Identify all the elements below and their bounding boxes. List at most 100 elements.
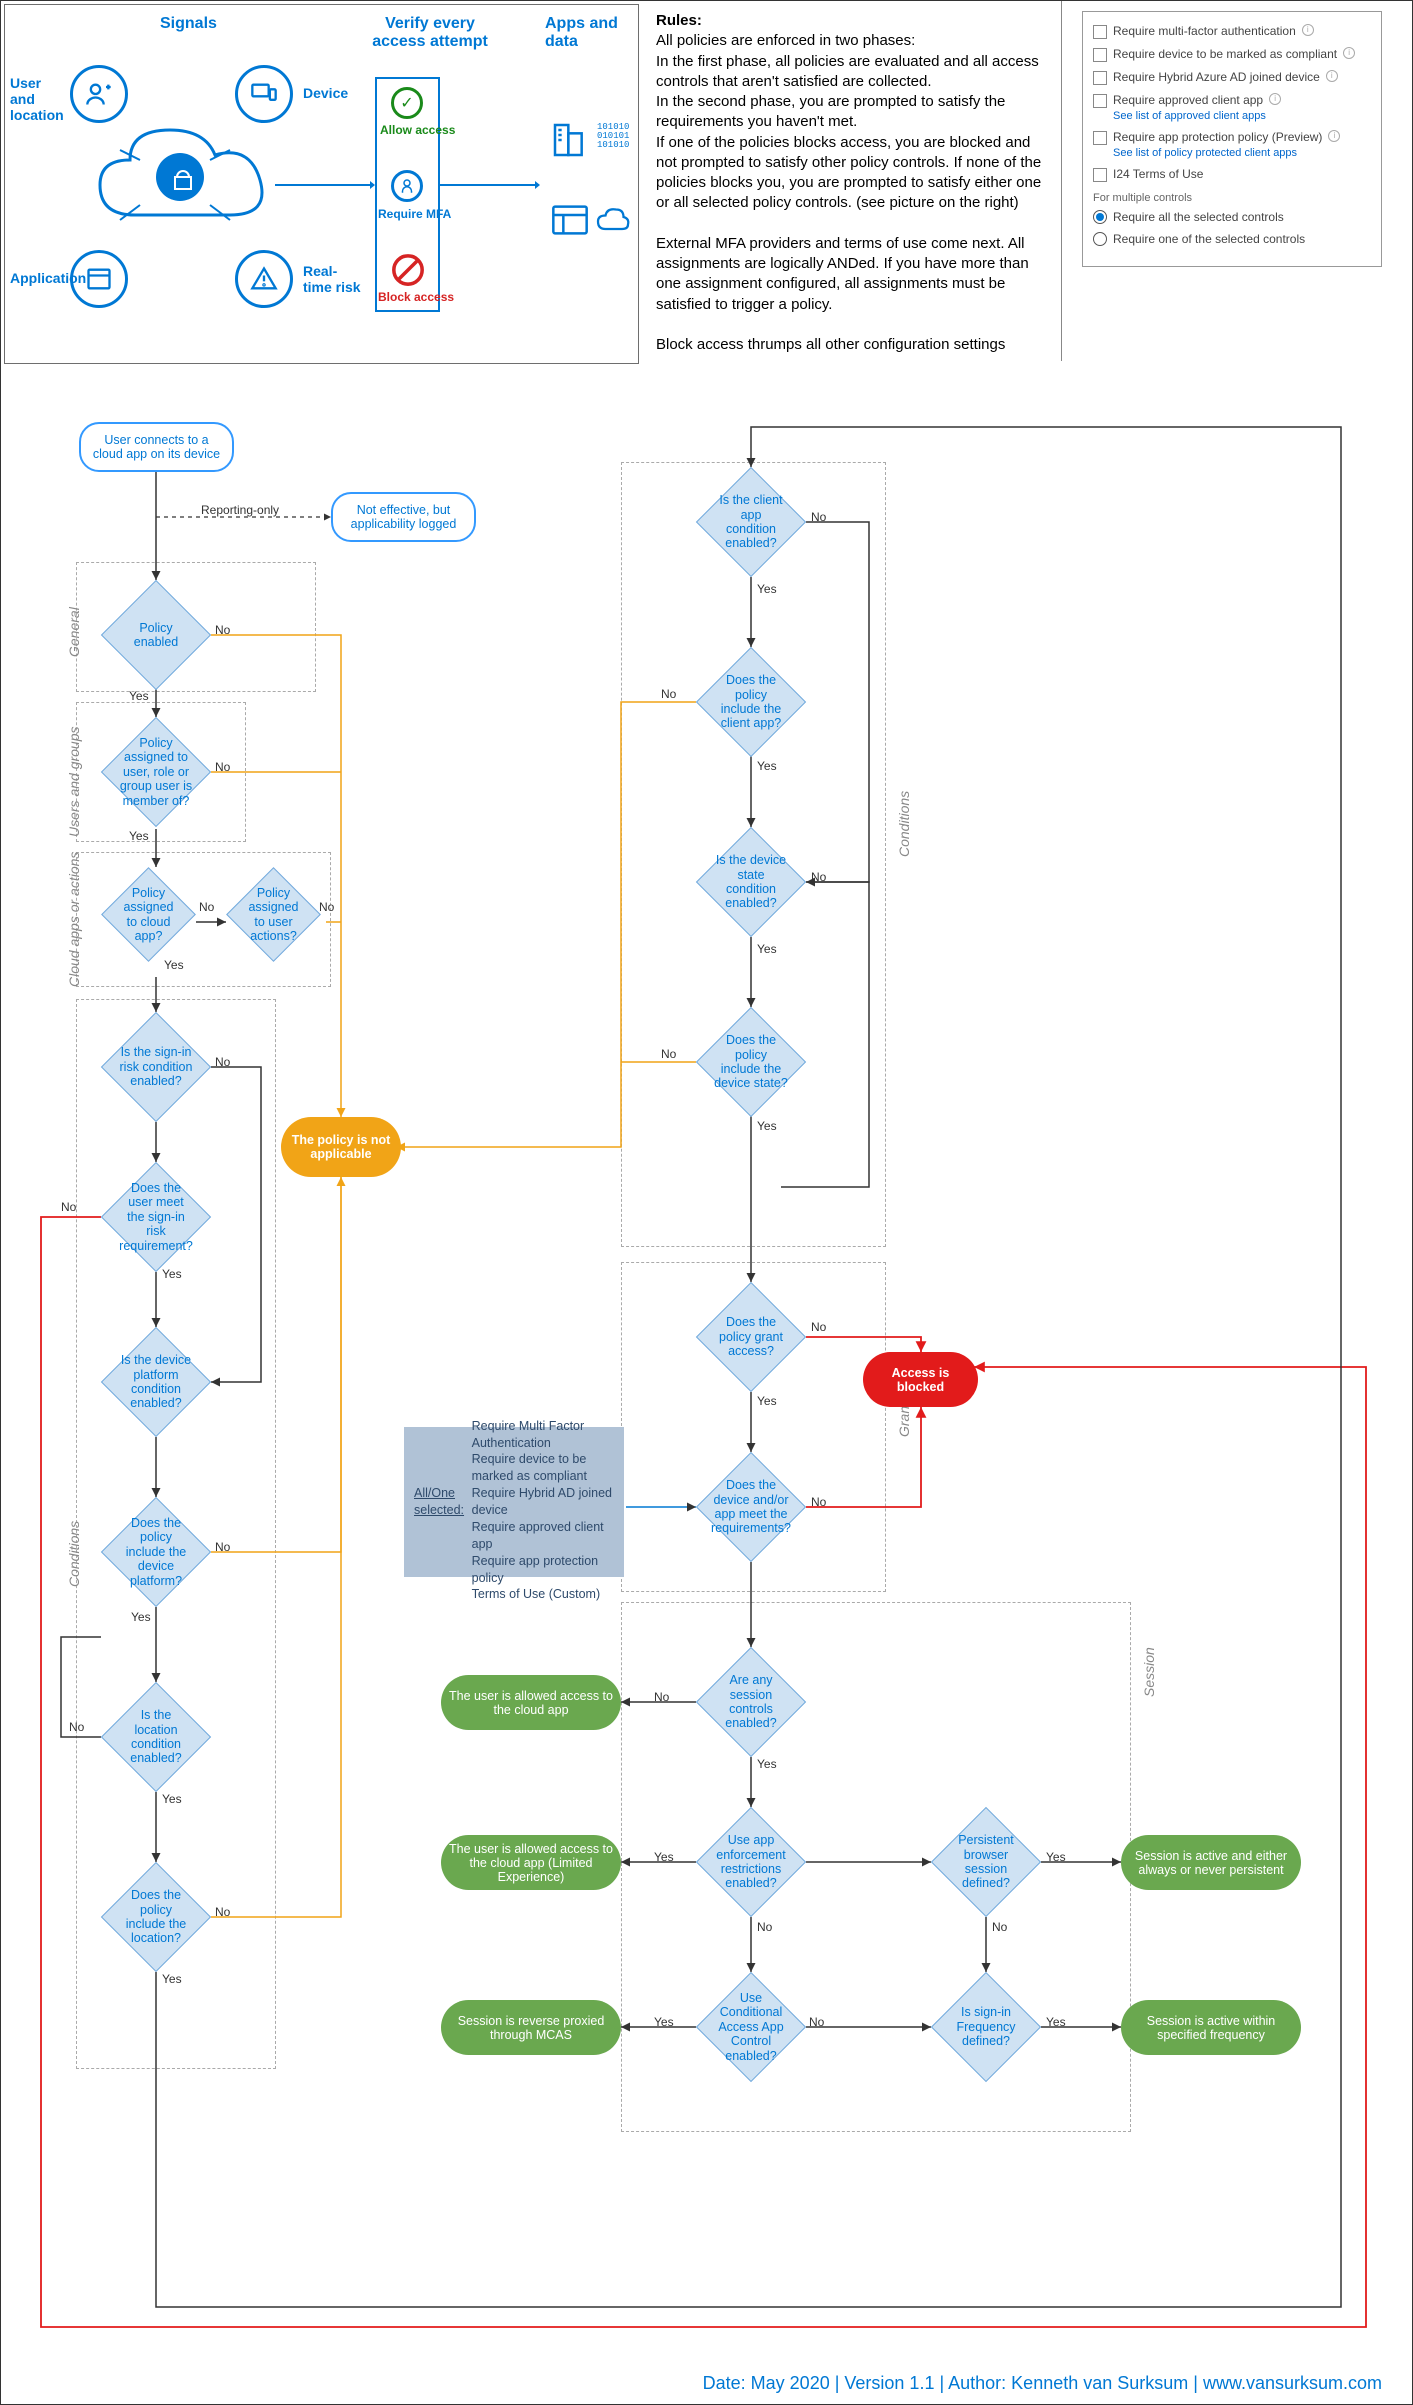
user-label: User and location (10, 75, 65, 123)
info-icon[interactable]: i (1343, 47, 1355, 59)
mfa-label: Require MFA (378, 207, 451, 221)
lbl-all: Require all the selected controls (1113, 210, 1284, 224)
binary-icon: 101010010101101010 (597, 123, 629, 150)
lbl-no: No (661, 1047, 676, 1061)
checkbox-hybrid[interactable] (1093, 71, 1107, 85)
link-protection[interactable]: See list of policy protected client apps (1113, 147, 1371, 159)
lbl-yes: Yes (757, 1757, 777, 1771)
checkbox-terms[interactable] (1093, 168, 1107, 182)
lbl-no: No (215, 1905, 230, 1919)
lbl-yes: Yes (757, 942, 777, 956)
cloud-icon (85, 105, 285, 265)
node-location-enabled: Is the location condition enabled? (101, 1682, 211, 1792)
ca-signals-diagram: Signals Verify every access attempt Apps… (4, 4, 639, 364)
radio-all[interactable] (1093, 210, 1107, 224)
lbl-yes: Yes (757, 582, 777, 596)
node-freq-result: Session is active within specified frequ… (1121, 2000, 1301, 2055)
info-icon[interactable]: i (1326, 70, 1338, 82)
application-label: Application (10, 270, 86, 286)
building-icon (550, 120, 590, 160)
arrow-to-verify (275, 180, 375, 190)
node-mcas: Session is reverse proxied through MCAS (441, 2000, 621, 2055)
checkbox-compliant[interactable] (1093, 48, 1107, 62)
lbl-yes: Yes (654, 1850, 674, 1864)
lbl-yes: Yes (757, 759, 777, 773)
node-meet-req: Does the device and/or app meet the requ… (696, 1452, 806, 1562)
lbl-one: Require one of the selected controls (1113, 232, 1305, 246)
checkbox-approved[interactable] (1093, 94, 1107, 108)
verify-heading: Verify every access attempt (360, 15, 500, 51)
lbl-no: No (654, 1690, 669, 1704)
node-start: User connects to a cloud app on its devi… (79, 422, 234, 472)
checkbox-mfa[interactable] (1093, 25, 1107, 39)
lbl-yes: Yes (1046, 1850, 1066, 1864)
node-location-include: Does the policy include the location? (101, 1862, 211, 1972)
flowchart: General Users and groups Cloud apps or a… (1, 367, 1412, 2367)
rules-p2: In the first phase, all policies are eva… (656, 53, 1039, 90)
node-client-include: Does the policy include the client app? (696, 647, 806, 757)
node-session-enabled: Are any session controls enabled? (696, 1647, 806, 1757)
radio-one[interactable] (1093, 232, 1107, 246)
lbl-yes: Yes (131, 1610, 151, 1624)
node-not-applicable: The policy is not applicable (281, 1117, 401, 1177)
node-not-effective: Not effective, but applicability logged (331, 492, 476, 542)
node-state-include: Does the policy include the device state… (696, 1007, 806, 1117)
lbl-no: No (215, 1540, 230, 1554)
node-policy-enabled: Policy enabled (101, 580, 211, 690)
rules-box: Rules: All policies are enforced in two … (642, 1, 1062, 361)
block-label: Block access (378, 290, 454, 304)
lbl-no: No (811, 510, 826, 524)
lbl-mfa: Require multi-factor authentication (1113, 24, 1296, 38)
node-freq: Is sign-in Frequency defined? (931, 1972, 1041, 2082)
info-icon[interactable]: i (1269, 93, 1281, 105)
lbl-no: No (215, 1055, 230, 1069)
top-row: Signals Verify every access attempt Apps… (1, 1, 1412, 367)
window-icon (550, 200, 590, 240)
lbl-yes: Yes (757, 1119, 777, 1133)
node-client-enabled: Is the client app condition enabled? (696, 467, 806, 577)
lbl-yes: Yes (654, 2015, 674, 2029)
lbl-no: No (811, 1495, 826, 1509)
node-signin-meet: Does the user meet the sign-in risk requ… (101, 1162, 211, 1272)
mfa-icon (391, 170, 423, 202)
rules-title: Rules: (656, 12, 702, 29)
rules-p4: If one of the policies blocks access, yo… (656, 134, 1041, 212)
node-platform-include: Does the policy include the device platf… (101, 1497, 211, 1607)
lbl-reporting: Reporting-only (201, 503, 279, 517)
lbl-approved: Require approved client app (1113, 93, 1263, 107)
node-policy-actions: Policy assigned to user actions? (226, 867, 321, 962)
lbl-hybrid: Require Hybrid Azure AD joined device (1113, 70, 1320, 84)
node-req-info: All/One selected: Require Multi Factor A… (404, 1427, 624, 1577)
lbl-no: No (811, 1320, 826, 1334)
allow-icon: ✓ (391, 87, 423, 119)
info-icon[interactable]: i (1302, 24, 1314, 36)
rules-p5: External MFA providers and terms of use … (656, 235, 1029, 313)
info-icon[interactable]: i (1328, 130, 1340, 142)
lbl-yes: Yes (162, 1972, 182, 1986)
node-grant-access: Does the policy grant access? (696, 1282, 806, 1392)
lbl-no: No (661, 687, 676, 701)
checkbox-protection[interactable] (1093, 131, 1107, 145)
lbl-no: No (319, 900, 334, 914)
link-approved[interactable]: See list of approved client apps (1113, 110, 1371, 122)
risk-label: Real-time risk (303, 263, 363, 295)
lbl-compliant: Require device to be marked as compliant (1113, 47, 1337, 61)
lbl-yes: Yes (1046, 2015, 1066, 2029)
lbl-no: No (69, 1720, 84, 1734)
allow-label: Allow access (380, 123, 455, 137)
node-policy-cloudapp: Policy assigned to cloud app? (101, 867, 196, 962)
lbl-yes: Yes (129, 829, 149, 843)
arrow-to-apps (440, 180, 540, 190)
lbl-terms: I24 Terms of Use (1113, 167, 1203, 181)
node-limited: The user is allowed access to the cloud … (441, 1835, 621, 1890)
node-caac: Use Conditional Access App Control enabl… (696, 1972, 806, 2082)
node-state-enabled: Is the device state condition enabled? (696, 827, 806, 937)
lbl-no: No (809, 2015, 824, 2029)
lbl-no: No (215, 623, 230, 637)
lbl-protection: Require app protection policy (Preview) (1113, 130, 1322, 144)
node-platform-enabled: Is the device platform condition enabled… (101, 1327, 211, 1437)
node-app-enforce: Use app enforcement restrictions enabled… (696, 1807, 806, 1917)
page-container: Signals Verify every access attempt Apps… (0, 0, 1413, 2405)
signals-heading: Signals (160, 15, 217, 33)
node-allowed: The user is allowed access to the cloud … (441, 1675, 621, 1730)
